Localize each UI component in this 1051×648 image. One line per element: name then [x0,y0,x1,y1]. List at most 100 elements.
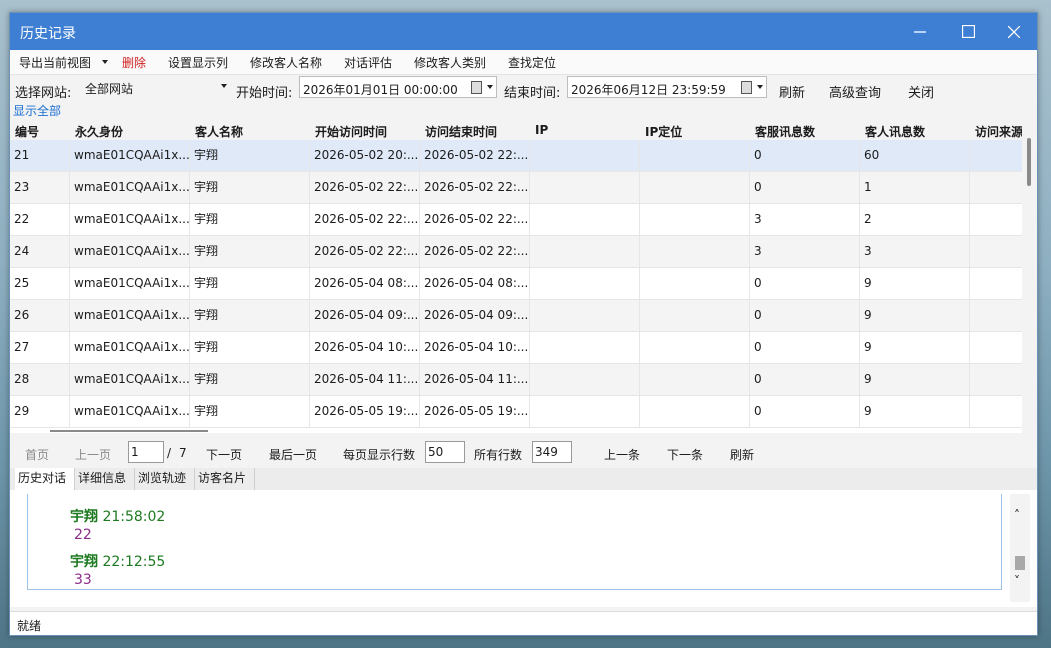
end-time-picker[interactable]: 2026年06月12日 23:59:59 [567,76,767,98]
cell-guest-name: 宇翔 [190,236,310,268]
column-header-ip[interactable]: IP [535,123,640,137]
cell-agent-msg-count: 0 [750,268,860,300]
start-time-picker[interactable]: 2026年01月01日 00:00:00 [299,76,497,98]
chat-message-text: 22 [74,527,92,543]
chat-scrollbar[interactable]: ˄ ˅ [1010,494,1030,602]
cell-ip-location [640,364,750,396]
query-bar: 选择网站: 全部网站 开始时间: 2026年01月01日 00:00:00 结束… [10,75,1037,101]
maximize-button[interactable] [945,13,991,50]
table-row[interactable]: 23 wmaE01CQAAi1x... 宇翔 2026-05-02 22:... 202… [10,172,1022,204]
tab-visitor-card[interactable]: 访客名片 [195,468,255,490]
scroll-thumb[interactable] [1027,138,1031,186]
pager-refresh-button[interactable]: 刷新 [730,446,754,463]
chat-transcript: 宇翔 21:58:02 22 宇翔 22:12:55 33 [27,494,1002,590]
set-columns-menu[interactable]: 设置显示列 [168,54,228,71]
table-row[interactable]: 24 wmaE01CQAAi1x... 宇翔 2026-05-02 22:... 202… [10,236,1022,268]
next-item-button[interactable]: 下一条 [667,446,703,463]
refresh-button[interactable]: 刷新 [779,82,805,101]
site-select[interactable]: 全部网站 [82,76,230,98]
cell-guest-msg-count: 9 [860,332,970,364]
evaluate-dialog-menu[interactable]: 对话评估 [344,54,392,71]
column-header-agent-msg-count[interactable]: 客服讯息数 [755,123,860,140]
cell-ip-location [640,140,750,172]
prev-page-button[interactable]: 上一页 [75,446,111,463]
cell-end-time: 2026-05-02 22:... [420,140,530,172]
cell-id: 27 [10,332,70,364]
sender-name: 宇翔 [70,509,98,525]
cell-guest-name: 宇翔 [190,140,310,172]
table-horizontal-scrollbar[interactable] [50,430,208,432]
column-header-end-time[interactable]: 访问结束时间 [425,123,530,140]
cell-id: 21 [10,140,70,172]
prev-item-button[interactable]: 上一条 [604,446,640,463]
cell-end-time: 2026-05-04 10:... [420,332,530,364]
cell-source [970,140,1022,172]
title-bar: 历史记录 [10,13,1037,50]
table-row[interactable]: 27 wmaE01CQAAi1x... 宇翔 2026-05-04 10:... 202… [10,332,1022,364]
table-row[interactable]: 25 wmaE01CQAAi1x... 宇翔 2026-05-04 08:... 202… [10,268,1022,300]
export-view-menu[interactable]: 导出当前视图 [19,54,91,71]
next-page-button[interactable]: 下一页 [206,446,242,463]
table-row[interactable]: 29 wmaE01CQAAi1x... 宇翔 2026-05-05 19:... 202… [10,396,1022,428]
cell-guest-name: 宇翔 [190,364,310,396]
table-row[interactable]: 28 wmaE01CQAAi1x... 宇翔 2026-05-04 11:... 202… [10,364,1022,396]
first-page-button[interactable]: 首页 [25,446,49,463]
column-header-start-time[interactable]: 开始访问时间 [315,123,420,140]
column-header-source[interactable]: 访问来源 [975,123,1022,140]
cell-agent-msg-count: 0 [750,364,860,396]
cell-agent-msg-count: 0 [750,140,860,172]
cell-start-time: 2026-05-02 22:... [310,172,420,204]
message-time: 22:12:55 [102,554,166,570]
dropdown-arrow-icon[interactable] [102,60,108,64]
column-header-id[interactable]: 编号 [15,123,70,140]
cell-ip [530,172,640,204]
column-header-permanent-id[interactable]: 永久身份 [75,123,190,140]
table-vertical-scrollbar[interactable] [1023,136,1035,427]
cell-ip [530,204,640,236]
cell-agent-msg-count: 0 [750,332,860,364]
cell-guest-name: 宇翔 [190,268,310,300]
chat-pane: 宇翔 21:58:02 22 宇翔 22:12:55 33 ˄ ˅ [10,490,1037,607]
chevron-up-icon[interactable]: ˄ [1014,508,1020,522]
minimize-button[interactable] [897,13,943,50]
status-bar: 就绪 [10,611,1037,635]
chevron-down-icon [221,84,227,88]
close-window-button[interactable] [991,13,1037,50]
advanced-query-button[interactable]: 高级查询 [829,82,881,101]
cell-agent-msg-count: 0 [750,172,860,204]
cell-guest-msg-count: 3 [860,236,970,268]
rows-per-page-input[interactable]: 50 [425,441,465,463]
cell-source [970,364,1022,396]
rename-guest-menu[interactable]: 修改客人名称 [250,54,322,71]
tab-history-chat[interactable]: 历史对话 [15,468,75,490]
delete-menu[interactable]: 删除 [122,54,146,71]
show-all-link[interactable]: 显示全部 [13,102,61,119]
chevron-down-icon[interactable]: ˅ [1014,574,1020,588]
cell-start-time: 2026-05-05 19:... [310,396,420,428]
minimize-icon [914,30,926,33]
find-locate-menu[interactable]: 查找定位 [508,54,556,71]
column-header-guest-msg-count[interactable]: 客人讯息数 [865,123,970,140]
column-header-ip-location[interactable]: IP定位 [645,123,750,140]
cell-ip [530,236,640,268]
table-row[interactable]: 26 wmaE01CQAAi1x... 宇翔 2026-05-04 09:... 202… [10,300,1022,332]
cell-id: 29 [10,396,70,428]
tab-browse-trail[interactable]: 浏览轨迹 [135,468,195,490]
table-row[interactable]: 21 wmaE01CQAAi1x... 宇翔 2026-05-02 20:... 202… [10,140,1022,172]
cell-guest-name: 宇翔 [190,172,310,204]
rows-per-page-label: 每页显示行数 [343,448,416,462]
page-input[interactable]: 1 [128,441,164,463]
column-header-guest-name[interactable]: 客人名称 [195,123,310,140]
close-button[interactable]: 关闭 [908,82,934,101]
total-rows-value: 349 [532,441,572,463]
table-row[interactable]: 22 wmaE01CQAAi1x... 宇翔 2026-05-02 22:... 202… [10,204,1022,236]
tab-details[interactable]: 详细信息 [75,468,135,490]
end-time-label: 结束时间: [504,86,561,101]
change-type-menu[interactable]: 修改客人类别 [414,54,486,71]
cell-ip [530,140,640,172]
cell-ip-location [640,268,750,300]
chat-scroll-thumb[interactable] [1015,556,1025,570]
cell-agent-msg-count: 3 [750,204,860,236]
last-page-button[interactable]: 最后一页 [269,446,317,463]
cell-id: 25 [10,268,70,300]
